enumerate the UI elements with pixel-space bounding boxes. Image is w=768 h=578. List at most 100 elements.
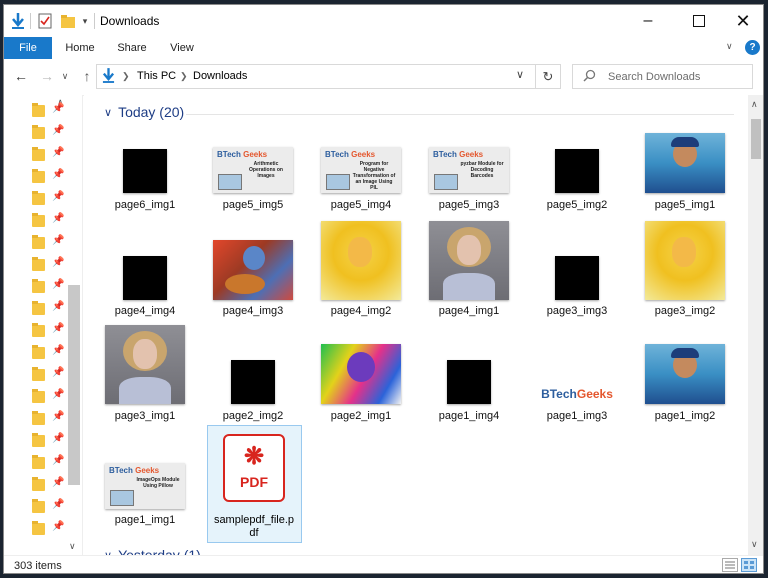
file-name: page2_img2 xyxy=(222,410,284,422)
quick-access-folder[interactable]: 📌 xyxy=(32,345,72,361)
thumbnail xyxy=(123,149,167,193)
divider xyxy=(94,13,95,29)
face-graphic xyxy=(133,339,157,369)
quick-access-folder[interactable]: 📌 xyxy=(32,103,72,119)
file-item[interactable]: page6_img1 xyxy=(97,129,193,229)
tab-file[interactable]: File xyxy=(4,37,52,59)
folder-icon xyxy=(32,477,45,491)
quick-access-folder[interactable]: 📌 xyxy=(32,147,72,163)
file-item[interactable]: BTech Geeks Arithmetic Operations on Ima… xyxy=(205,129,301,229)
group-header-yesterday[interactable]: ∨ Yesterday (1) xyxy=(104,547,201,555)
downloads-arrow-icon[interactable] xyxy=(10,12,26,30)
quick-access-folder[interactable]: 📌 xyxy=(32,213,72,229)
pin-icon: 📌 xyxy=(52,125,65,136)
quick-access-folder[interactable]: 📌 xyxy=(32,235,72,251)
properties-icon[interactable] xyxy=(37,12,53,30)
divider xyxy=(30,13,31,29)
file-item[interactable]: page3_img1 xyxy=(97,325,193,425)
recent-locations-chevron-icon[interactable]: ∨ xyxy=(58,65,72,87)
address-bar[interactable]: ❯ This PC ❯ Downloads ∨ xyxy=(96,64,536,89)
forward-arrow-icon[interactable]: → xyxy=(36,65,58,87)
scrollbar-thumb[interactable] xyxy=(751,119,761,159)
quick-access-folder[interactable]: 📌 xyxy=(32,301,72,317)
folder-icon xyxy=(32,367,45,381)
file-item[interactable]: BTech Geeks Program for Negative Transfo… xyxy=(313,129,409,229)
pin-icon: 📌 xyxy=(52,301,65,312)
nav-scroll-down-icon[interactable]: ∨ xyxy=(69,541,76,552)
minimize-button[interactable]: – xyxy=(625,5,671,37)
scroll-up-icon[interactable]: ∧ xyxy=(751,99,758,110)
expand-ribbon-chevron-icon[interactable]: ∨ xyxy=(726,41,733,52)
brand-text: BTech xyxy=(217,150,241,159)
new-folder-icon[interactable] xyxy=(60,12,76,30)
file-item[interactable]: page4_img3 xyxy=(205,219,301,319)
folder-icon xyxy=(32,279,45,293)
pin-icon: 📌 xyxy=(52,235,65,246)
file-item[interactable]: BTech Geeks pyzbar Module for Decoding B… xyxy=(421,129,517,229)
file-item[interactable]: page5_img1 xyxy=(637,129,733,229)
file-item[interactable]: page4_img4 xyxy=(97,219,193,319)
file-item[interactable]: BTech Geeks ImageOps Module Using Pillow… xyxy=(97,431,193,531)
up-arrow-icon[interactable]: ↑ xyxy=(76,65,98,87)
file-item[interactable]: BTechGeeks page1_img3 xyxy=(529,325,625,425)
quick-access-folder[interactable]: 📌 xyxy=(32,411,72,427)
file-item[interactable]: page4_img1 xyxy=(421,219,517,319)
help-icon[interactable]: ? xyxy=(745,40,760,55)
back-arrow-icon[interactable]: ← xyxy=(10,65,32,87)
search-input[interactable]: Search Downloads xyxy=(608,71,700,83)
folder-icon xyxy=(32,323,45,337)
thumbnail: BTech Geeks Program for Negative Transfo… xyxy=(321,147,401,193)
breadcrumb-this-pc[interactable]: This PC xyxy=(137,70,176,82)
quick-access-folder[interactable]: 📌 xyxy=(32,191,72,207)
file-name: page4_img3 xyxy=(222,305,284,317)
quick-access-folder[interactable]: 📌 xyxy=(32,367,72,383)
file-item[interactable]: page3_img3 xyxy=(529,219,625,319)
quick-access-folder[interactable]: 📌 xyxy=(32,169,72,185)
quick-access-folder[interactable]: 📌 xyxy=(32,323,72,339)
quick-access-folder[interactable]: 📌 xyxy=(32,389,72,405)
scroll-down-icon[interactable]: ∨ xyxy=(751,539,758,550)
customize-toolbar-chevron-icon[interactable]: ▾ xyxy=(80,12,90,30)
monitor-graphic xyxy=(434,174,458,190)
quick-access-folder[interactable]: 📌 xyxy=(32,477,72,493)
close-button[interactable]: ✕ xyxy=(720,5,763,37)
tab-home[interactable]: Home xyxy=(60,37,100,59)
file-name: page3_img2 xyxy=(654,305,716,317)
cap-graphic xyxy=(671,348,699,358)
thumbnail xyxy=(105,325,185,404)
file-name: page3_img1 xyxy=(114,410,176,422)
file-item[interactable]: page5_img2 xyxy=(529,129,625,229)
file-item[interactable]: page1_img4 xyxy=(421,325,517,425)
refresh-button[interactable]: ↻ xyxy=(536,64,561,89)
breadcrumb-downloads[interactable]: Downloads xyxy=(193,70,247,82)
search-box[interactable]: Search Downloads xyxy=(572,64,753,89)
file-item[interactable]: page2_img1 xyxy=(313,325,409,425)
brand-text: BTech xyxy=(433,150,457,159)
group-label: Today (20) xyxy=(118,104,185,120)
thumbnail xyxy=(321,221,401,300)
maximize-button[interactable] xyxy=(676,5,722,37)
quick-access-folder[interactable]: 📌 xyxy=(32,433,72,449)
quick-access-folder[interactable]: 📌 xyxy=(32,257,72,273)
large-icons-view-icon[interactable] xyxy=(741,558,757,572)
file-item-selected[interactable]: ❋ PDF samplepdf_file.pdf xyxy=(207,425,302,543)
file-item[interactable]: page3_img2 xyxy=(637,219,733,319)
nav-scrollbar-thumb[interactable] xyxy=(68,285,80,485)
thumbnail-caption: ImageOps Module Using Pillow xyxy=(136,477,180,489)
address-history-chevron-icon[interactable]: ∨ xyxy=(516,68,524,81)
tab-share[interactable]: Share xyxy=(112,37,152,59)
quick-access-folder[interactable]: 📌 xyxy=(32,279,72,295)
file-item[interactable]: page1_img2 xyxy=(637,325,733,425)
quick-access-folder[interactable]: 📌 xyxy=(32,499,72,515)
quick-access-folder[interactable]: 📌 xyxy=(32,521,72,537)
quick-access-folder[interactable]: 📌 xyxy=(32,125,72,141)
pin-icon: 📌 xyxy=(52,323,65,334)
details-view-icon[interactable] xyxy=(722,558,738,572)
quick-access-folder[interactable]: 📌 xyxy=(32,455,72,471)
tab-view[interactable]: View xyxy=(164,37,200,59)
group-header-today[interactable]: ∨ Today (20) xyxy=(104,104,184,120)
file-item[interactable]: page4_img2 xyxy=(313,219,409,319)
file-item[interactable]: page2_img2 xyxy=(205,325,301,425)
pin-icon: 📌 xyxy=(52,433,65,444)
vertical-scrollbar[interactable]: ∧ ∨ xyxy=(748,95,763,555)
